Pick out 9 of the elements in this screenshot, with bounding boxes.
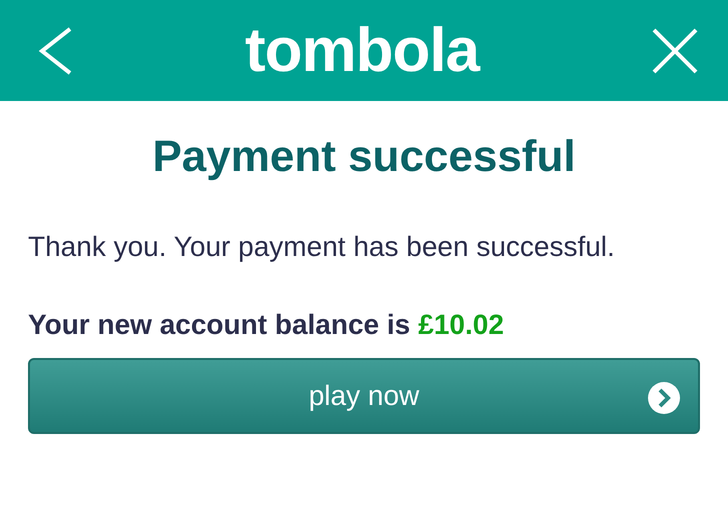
- confirmation-message: Thank you. Your payment has been successful.: [27, 230, 616, 264]
- balance-amount: £10.02: [418, 308, 504, 342]
- play-now-button[interactable]: play now: [28, 358, 700, 434]
- page-title: Payment successful: [151, 131, 577, 183]
- balance-label: Your new account balance is: [28, 308, 410, 342]
- close-icon[interactable]: [652, 28, 698, 74]
- back-icon[interactable]: [38, 26, 72, 74]
- logo: tombola: [244, 20, 480, 82]
- chevron-circle-icon: [648, 382, 680, 414]
